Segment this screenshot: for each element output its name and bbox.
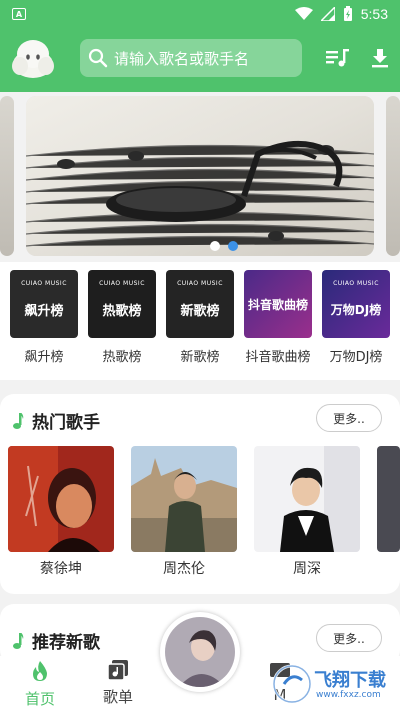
- artist-name: 周深: [293, 561, 321, 577]
- artist-name: 蔡徐坤: [40, 561, 82, 577]
- nav-label: 歌单: [102, 688, 133, 706]
- wifi-icon: [294, 7, 313, 20]
- chart-cover: CUIAO MUSIC 热歌榜: [88, 270, 156, 338]
- signal-icon: [320, 7, 335, 21]
- now-playing-disc[interactable]: [160, 612, 240, 692]
- search-input[interactable]: 请输入歌名或歌手名: [80, 39, 302, 77]
- clock: 5:53: [360, 6, 388, 22]
- chart-hot[interactable]: CUIAO MUSIC 热歌榜 热歌榜: [88, 270, 156, 365]
- artist-card[interactable]: 蔡徐坤: [8, 446, 114, 578]
- artist-photo: [131, 446, 237, 552]
- top-bar: 请输入歌名或歌手名: [0, 34, 400, 82]
- playlist-button[interactable]: [326, 46, 350, 70]
- artist-card[interactable]: 周杰伦: [131, 446, 237, 578]
- chart-label: 飙升榜: [24, 350, 64, 365]
- chart-douyin[interactable]: 抖音歌曲榜 抖音歌曲榜: [244, 270, 312, 365]
- status-bar: A 5:53: [0, 0, 400, 28]
- download-button[interactable]: [368, 46, 392, 70]
- banner-image[interactable]: [26, 96, 374, 256]
- nav-playlist[interactable]: 歌单: [88, 660, 148, 707]
- album-icon: [107, 660, 128, 681]
- artist-photo: [254, 446, 360, 552]
- chart-cover: 抖音歌曲榜: [244, 270, 312, 338]
- chart-new[interactable]: CUIAO MUSIC 新歌榜 新歌榜: [166, 270, 234, 365]
- nav-label: 首页: [24, 690, 55, 708]
- chart-cover-title: 抖音歌曲榜: [247, 297, 308, 312]
- chart-label: 万物DJ榜: [329, 350, 383, 365]
- artist-card-peek[interactable]: [377, 446, 400, 552]
- hot-artists-more-button[interactable]: 更多..: [316, 404, 382, 432]
- battery-icon: [343, 6, 352, 21]
- music-note-icon: [13, 412, 24, 429]
- section-title: 热门歌手: [32, 413, 100, 433]
- chart-brand: CUIAO MUSIC: [21, 280, 67, 287]
- artist-photo: [377, 446, 400, 552]
- chart-soaring[interactable]: CUIAO MUSIC 飙升榜 飙升榜: [10, 270, 78, 365]
- flame-icon: [33, 661, 47, 681]
- chart-cover-title: 万物DJ榜: [330, 302, 382, 317]
- chart-cover-title: 新歌榜: [180, 303, 220, 319]
- artist-photo: [8, 446, 114, 552]
- site-watermark: 飞翔下载 www.fxxz.com: [272, 662, 394, 706]
- chart-label: 新歌榜: [180, 350, 220, 365]
- carousel-dot[interactable]: [210, 241, 220, 251]
- carousel-dot-active[interactable]: [228, 241, 238, 251]
- chart-cover: CUIAO MUSIC 新歌榜: [166, 270, 234, 338]
- search-placeholder: 请输入歌名或歌手名: [114, 49, 250, 68]
- sheet-music-image: [26, 96, 374, 256]
- artist-name: 周杰伦: [163, 561, 205, 577]
- album-art: [165, 617, 235, 687]
- chart-cover-title: 飙升榜: [24, 303, 64, 319]
- watermark-sub: www.fxxz.com: [316, 690, 381, 700]
- charts-row: CUIAO MUSIC 飙升榜 飙升榜 CUIAO MUSIC 热歌榜 热歌榜 …: [0, 262, 400, 380]
- chart-brand: CUIAO MUSIC: [333, 280, 379, 287]
- chart-label: 热歌榜: [102, 350, 142, 365]
- chart-label: 抖音歌曲榜: [245, 350, 311, 365]
- queue-music-icon: [326, 49, 349, 67]
- new-songs-more-button[interactable]: 更多..: [316, 624, 382, 652]
- search-icon: [88, 48, 108, 68]
- banner-prev-peek: [0, 96, 14, 256]
- chart-cover-title: 热歌榜: [102, 303, 142, 319]
- hot-artists-section: 热门歌手 更多.. 蔡徐坤 周杰伦 周深: [0, 394, 400, 594]
- watermark-text: 飞翔下载: [314, 670, 386, 691]
- nav-home[interactable]: 首页: [10, 660, 70, 709]
- artist-card[interactable]: 周深: [254, 446, 360, 578]
- chart-cover: CUIAO MUSIC 飙升榜: [10, 270, 78, 338]
- banner-next-peek: [386, 96, 400, 256]
- banner-carousel[interactable]: [0, 92, 400, 260]
- carousel-dots: [210, 241, 238, 251]
- chart-brand: CUIAO MUSIC: [99, 280, 145, 287]
- music-note-icon: [13, 632, 24, 649]
- section-title: 推荐新歌: [32, 633, 100, 653]
- chart-dj[interactable]: CUIAO MUSIC 万物DJ榜 万物DJ榜: [322, 270, 390, 365]
- notification-icon: A: [12, 8, 26, 20]
- chart-brand: CUIAO MUSIC: [177, 280, 223, 287]
- download-icon: [372, 49, 388, 68]
- app-logo-icon[interactable]: [10, 36, 56, 80]
- chart-cover: CUIAO MUSIC 万物DJ榜: [322, 270, 390, 338]
